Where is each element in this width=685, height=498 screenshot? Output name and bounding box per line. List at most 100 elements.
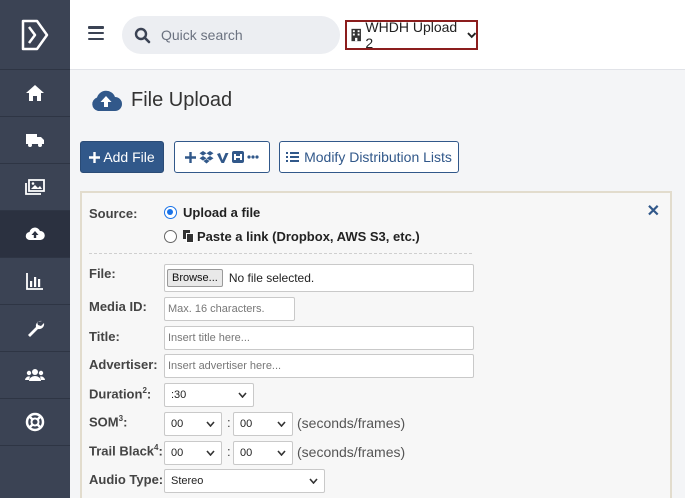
upload-form-panel: ✕ Source: Upload a file Paste a link (Dr… (80, 191, 672, 498)
browse-button[interactable]: Browse... (167, 269, 223, 287)
duration-label: Duration2: (89, 386, 152, 402)
page-title-text: File Upload (131, 88, 233, 111)
nav-reports[interactable] (0, 258, 70, 305)
topbar: WHDH Upload 2 (70, 0, 685, 70)
copy-icon (183, 230, 194, 243)
vimeo-icon (217, 152, 229, 163)
radio-paste-link-label: Paste a link (Dropbox, AWS S3, etc.) (197, 229, 420, 244)
duration-select[interactable]: :30 (164, 383, 254, 407)
som-seconds-value: 00 (171, 418, 184, 430)
chevron-down-icon (238, 392, 247, 398)
chevron-down-icon (277, 421, 286, 427)
title-label: Title: (89, 329, 120, 344)
quick-search[interactable] (122, 16, 340, 54)
list-icon (286, 152, 300, 162)
trail-seconds-select[interactable]: 00 (164, 441, 222, 465)
audio-type-label: Audio Type: (89, 472, 164, 487)
nav-upload[interactable] (0, 211, 70, 258)
trail-black-label-text: Trail Black (89, 443, 155, 459)
duration-footnote: 2 (142, 386, 147, 395)
media-id-placeholder: Max. 16 characters. (168, 303, 265, 315)
advertiser-placeholder: Insert advertiser here... (168, 360, 282, 372)
advertiser-label: Advertiser: (89, 357, 158, 372)
nav-users[interactable] (0, 352, 70, 399)
nav-support[interactable] (0, 399, 70, 446)
app-logo[interactable] (0, 0, 70, 70)
duration-label-text: Duration (89, 386, 143, 402)
dropbox-icon (199, 150, 214, 163)
sidebar (0, 0, 70, 498)
som-seconds-select[interactable]: 00 (164, 412, 222, 436)
life-ring-icon (25, 412, 45, 432)
chevron-down-icon (466, 32, 476, 39)
media-id-label: Media ID: (89, 299, 147, 314)
som-units-hint: (seconds/frames) (297, 415, 406, 431)
nav-home[interactable] (0, 70, 70, 117)
search-input[interactable] (161, 27, 321, 43)
radio-paste-link[interactable]: Paste a link (Dropbox, AWS S3, etc.) (164, 229, 420, 244)
page-title: File Upload (90, 87, 232, 113)
truck-icon (26, 134, 44, 147)
audio-type-value: Stereo (171, 475, 204, 487)
radio-paste-link-control[interactable] (164, 230, 177, 243)
som-label-text: SOM (89, 414, 119, 430)
chevron-down-icon (206, 421, 215, 427)
add-from-source-button[interactable] (174, 141, 270, 173)
som-frames-select[interactable]: 00 (233, 412, 293, 436)
trail-black-label: Trail Black4: (89, 443, 163, 459)
radio-upload-file[interactable]: Upload a file (164, 205, 260, 220)
account-name: WHDH Upload 2 (365, 19, 458, 51)
nav-media[interactable] (0, 164, 70, 211)
radio-upload-file-control[interactable] (164, 206, 177, 219)
time-separator: : (227, 444, 231, 459)
chevron-down-icon (206, 450, 215, 456)
home-icon (26, 85, 44, 101)
trail-frames-value: 00 (240, 447, 253, 459)
duration-value: :30 (171, 389, 187, 401)
som-label: SOM3: (89, 414, 128, 430)
som-footnote: 3 (118, 414, 124, 423)
title-placeholder: Insert title here... (168, 332, 250, 344)
plus-icon (89, 151, 101, 163)
file-status: No file selected. (228, 271, 315, 285)
nav-tools[interactable] (0, 305, 70, 352)
main-content: File Upload Add File Modify Distribution… (70, 71, 685, 498)
wrench-icon (28, 320, 45, 337)
source-label: Source: (89, 206, 138, 221)
trail-frames-select[interactable]: 00 (233, 441, 293, 465)
modify-lists-label: Modify Distribution Lists (304, 149, 452, 165)
add-file-button[interactable]: Add File (80, 141, 164, 173)
audio-type-select[interactable]: Stereo (164, 469, 325, 493)
advertiser-input[interactable]: Insert advertiser here... (164, 354, 474, 378)
chart-bar-icon (26, 273, 43, 290)
file-input[interactable]: Browse... No file selected. (164, 264, 474, 292)
radio-upload-file-label: Upload a file (183, 205, 261, 220)
divider (89, 253, 472, 254)
more-icon (247, 155, 259, 159)
close-icon[interactable]: ✕ (647, 201, 660, 221)
trail-seconds-value: 00 (171, 447, 184, 459)
cloud-upload-icon (92, 90, 122, 111)
cloud-upload-icon (25, 227, 45, 241)
trail-units-hint: (seconds/frames) (297, 444, 406, 460)
chevron-down-icon (277, 450, 286, 456)
images-icon (25, 179, 45, 195)
app-logo-icon (21, 19, 49, 50)
chevron-down-icon (309, 478, 318, 484)
menu-icon[interactable] (88, 26, 104, 40)
title-input[interactable]: Insert title here... (164, 326, 474, 350)
som-frames-value: 00 (240, 418, 253, 430)
users-icon (25, 369, 45, 381)
file-label: File: (89, 266, 116, 281)
add-file-label: Add File (103, 149, 155, 165)
time-separator: : (227, 415, 231, 430)
nav-delivery[interactable] (0, 117, 70, 164)
media-id-input[interactable]: Max. 16 characters. (164, 297, 295, 321)
box-icon (232, 151, 244, 163)
plus-icon (185, 151, 196, 163)
account-select[interactable]: WHDH Upload 2 (345, 19, 478, 51)
modify-distribution-lists-button[interactable]: Modify Distribution Lists (279, 141, 459, 173)
trail-black-footnote: 4 (154, 443, 159, 452)
building-icon (351, 28, 361, 42)
search-icon (134, 27, 151, 43)
